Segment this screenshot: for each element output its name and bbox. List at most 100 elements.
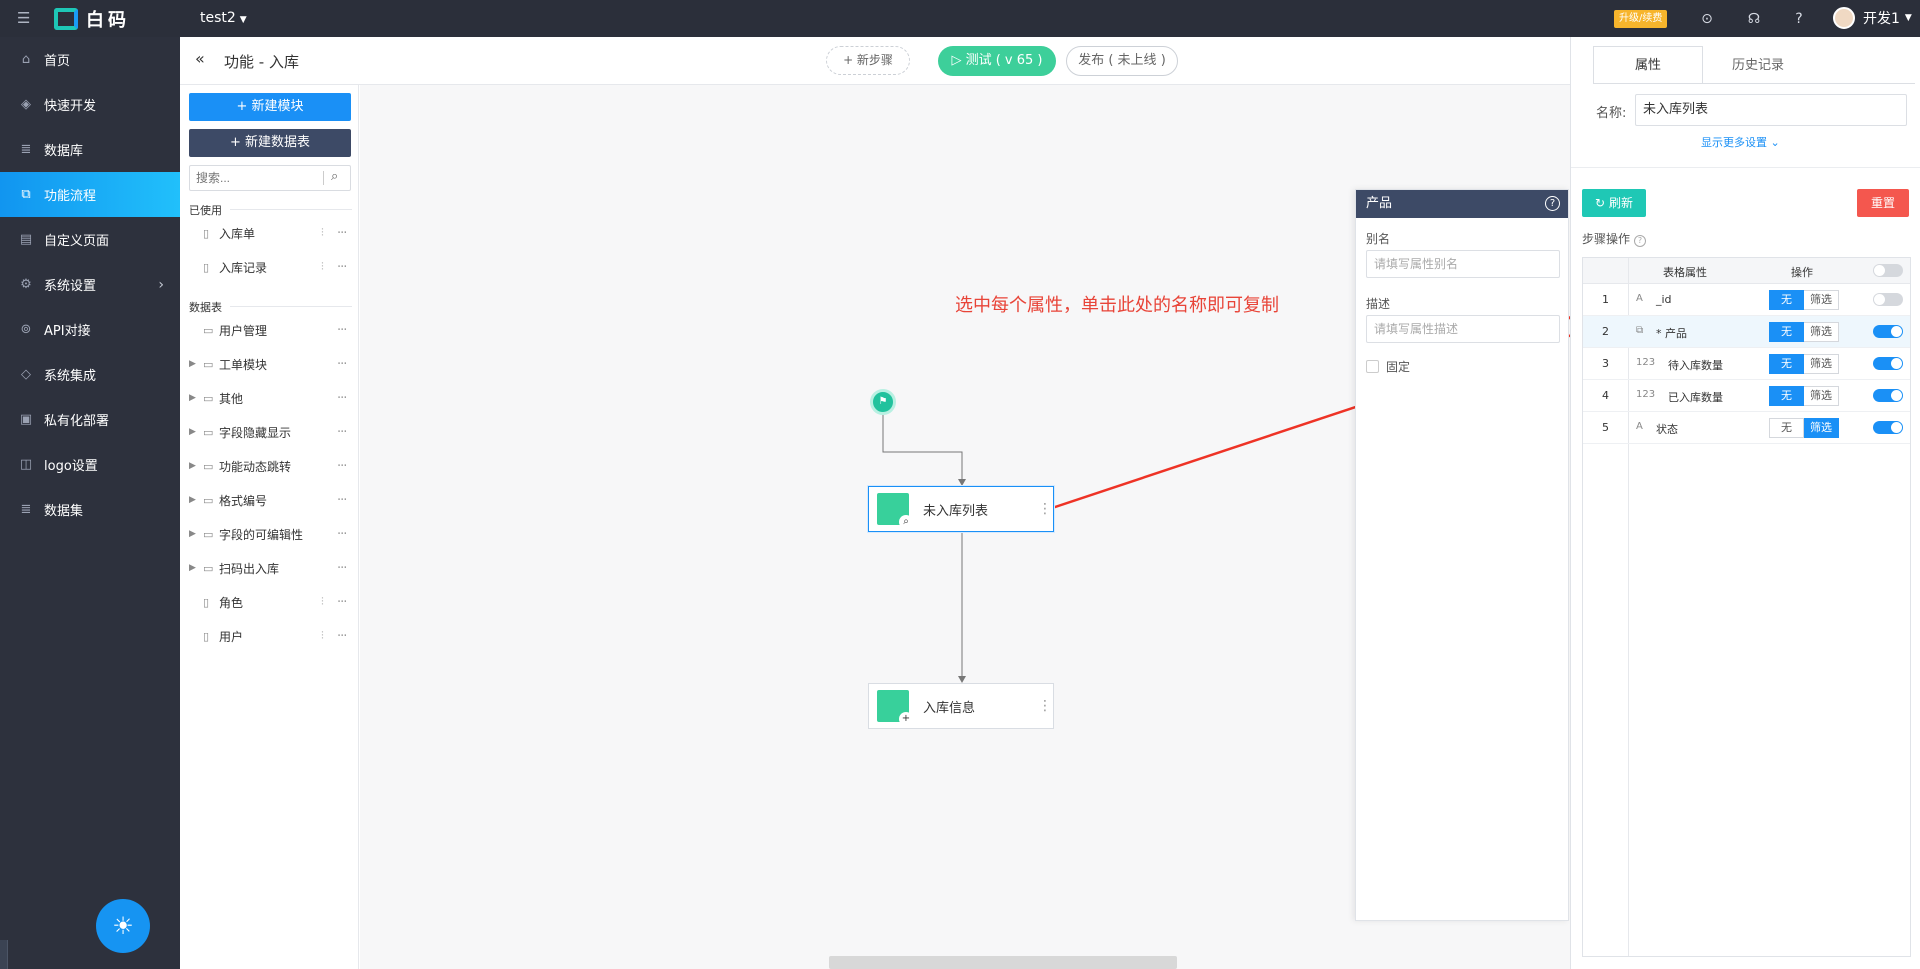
sidebar-item-custom-page[interactable]: ▤ 自定义页面 [0, 217, 180, 262]
row-toggle[interactable] [1873, 421, 1903, 434]
caret-right-icon[interactable]: ▶ [189, 359, 203, 369]
more-icon[interactable]: ··· [337, 260, 353, 275]
publish-button[interactable]: 发布 ( 未上线 ) [1066, 46, 1178, 76]
checkbox[interactable] [1366, 360, 1379, 373]
horizontal-scrollbar[interactable] [829, 956, 1177, 969]
sliders-icon[interactable]: ⫶ [321, 260, 337, 274]
app-selector[interactable]: test2 ▼ [200, 10, 247, 26]
lightbulb-button[interactable]: ☀ [96, 899, 150, 953]
field-title[interactable]: 产品 ? [1356, 190, 1568, 218]
property-name[interactable]: 状态 [1656, 421, 1678, 437]
sliders-icon[interactable]: ⫶ [321, 226, 337, 240]
mode-none-button[interactable]: 无 [1769, 386, 1804, 406]
sidebar-item-logo-settings[interactable]: ◫ logo设置 [0, 442, 180, 487]
more-icon[interactable]: ··· [337, 493, 353, 508]
row-toggle[interactable] [1873, 293, 1903, 306]
more-settings-link[interactable]: 显示更多设置 ⌄ [1701, 134, 1780, 150]
mode-filter-button[interactable]: 筛选 [1804, 386, 1839, 406]
table-row[interactable]: 4 123 已入库数量 无筛选 [1583, 380, 1910, 412]
tab-properties[interactable]: 属性 [1593, 46, 1703, 84]
table-row[interactable]: 1 A _id 无筛选 [1583, 284, 1910, 316]
sidebar-item-home[interactable]: ⌂ 首页 [0, 37, 180, 82]
sidebar-item-quick-dev[interactable]: ◈ 快速开发 [0, 82, 180, 127]
list-item[interactable]: ▶ ▭ 扫码出入库 ··· [189, 557, 353, 579]
user-menu[interactable]: 开发1 ▼ [1833, 7, 1912, 29]
sidebar-item-integration[interactable]: ◇ 系统集成 [0, 352, 180, 397]
help-doc-icon[interactable]: ? [1789, 9, 1809, 29]
mode-filter-button[interactable]: 筛选 [1804, 290, 1839, 310]
row-toggle[interactable] [1873, 325, 1903, 338]
sliders-icon[interactable]: ⫶ [321, 629, 337, 643]
new-step-button[interactable]: + 新步骤 [826, 46, 910, 75]
description-input[interactable]: 请填写属性描述 [1366, 315, 1560, 343]
property-name[interactable]: 已入库数量 [1668, 389, 1723, 405]
more-icon[interactable]: ··· [337, 595, 353, 610]
headset-icon[interactable]: ☊ [1744, 9, 1764, 29]
list-item[interactable]: ▯ 用户 ⫶ ··· [189, 625, 353, 647]
list-item[interactable]: ▯ 角色 ⫶ ··· [189, 591, 353, 613]
more-vertical-icon[interactable]: ⋮ [1037, 698, 1053, 714]
alias-input[interactable]: 请填写属性别名 [1366, 250, 1560, 278]
sidebar-item-database[interactable]: ≣ 数据库 [0, 127, 180, 172]
table-row[interactable]: 5 A 状态 无筛选 [1583, 412, 1910, 444]
reset-button[interactable]: 重置 [1857, 189, 1909, 217]
list-item[interactable]: ▶ ▭ 工单模块 ··· [189, 353, 353, 375]
caret-right-icon[interactable]: ▶ [189, 563, 203, 573]
list-item[interactable]: ▶ ▭ 字段隐藏显示 ··· [189, 421, 353, 443]
mode-none-button[interactable]: 无 [1769, 354, 1804, 374]
toggle-all[interactable] [1873, 264, 1903, 277]
mode-none-button[interactable]: 无 [1769, 322, 1804, 342]
flow-node-unstocked-list[interactable]: ⌕ 未入库列表 ⋮ [868, 486, 1054, 532]
row-toggle[interactable] [1873, 389, 1903, 402]
property-name[interactable]: * 产品 [1656, 325, 1687, 341]
more-vertical-icon[interactable]: ⋮ [1037, 501, 1053, 517]
more-icon[interactable]: ··· [337, 323, 353, 338]
more-icon[interactable]: ··· [337, 561, 353, 576]
new-table-button[interactable]: + 新建数据表 [189, 129, 351, 157]
list-item[interactable]: ▯ 入库单 ⫶ ··· [189, 222, 353, 244]
table-row[interactable]: 3 123 待入库数量 无筛选 [1583, 348, 1910, 380]
sidebar-item-dataset[interactable]: ≣ 数据集 [0, 487, 180, 532]
flow-node-stock-info[interactable]: + 入库信息 ⋮ [868, 683, 1054, 729]
mode-none-button[interactable]: 无 [1769, 418, 1804, 438]
table-row[interactable]: 2 ⧉ * 产品 无筛选 [1583, 316, 1910, 348]
sliders-icon[interactable]: ⫶ [321, 595, 337, 609]
double-chevron-left-icon[interactable]: « [195, 49, 205, 68]
more-icon[interactable]: ··· [337, 226, 353, 241]
refresh-button[interactable]: ↻ 刷新 [1582, 189, 1646, 217]
sidebar-item-api[interactable]: ⊚ API对接 [0, 307, 180, 352]
more-icon[interactable]: ··· [337, 629, 353, 644]
list-item[interactable]: ▶ ▭ 字段的可编辑性 ··· [189, 523, 353, 545]
help-icon[interactable]: ? [1634, 235, 1647, 247]
list-item[interactable]: ▯ 入库记录 ⫶ ··· [189, 256, 353, 278]
mode-filter-button[interactable]: 筛选 [1804, 418, 1839, 438]
search-icon[interactable]: ⌕ [331, 169, 338, 184]
caret-right-icon[interactable]: ▶ [189, 461, 203, 471]
more-icon[interactable]: ··· [337, 425, 353, 440]
sidebar-item-function-flow[interactable]: ⧉ 功能流程 [0, 172, 180, 217]
more-icon[interactable]: ··· [337, 527, 353, 542]
row-toggle[interactable] [1873, 357, 1903, 370]
name-input[interactable]: 未入库列表 [1635, 94, 1907, 126]
caret-right-icon[interactable]: ▶ [189, 427, 203, 437]
list-item[interactable]: ▭ 用户管理 ··· [189, 319, 353, 341]
list-item[interactable]: ▶ ▭ 格式编号 ··· [189, 489, 353, 511]
list-item[interactable]: ▶ ▭ 功能动态跳转 ··· [189, 455, 353, 477]
help-icon[interactable]: ? [1545, 196, 1560, 211]
search-input[interactable] [190, 166, 310, 190]
mode-none-button[interactable]: 无 [1769, 290, 1804, 310]
start-flag-icon[interactable]: ⚑ [870, 389, 896, 415]
caret-right-icon[interactable]: ▶ [189, 393, 203, 403]
sidebar-item-private-deploy[interactable]: ▣ 私有化部署 [0, 397, 180, 442]
more-icon[interactable]: ··· [337, 391, 353, 406]
caret-right-icon[interactable]: ▶ [189, 495, 203, 505]
tab-history[interactable]: 历史记录 [1703, 46, 1813, 84]
more-icon[interactable]: ··· [337, 357, 353, 372]
list-item[interactable]: ▶ ▭ 其他 ··· [189, 387, 353, 409]
more-icon[interactable]: ··· [337, 459, 353, 474]
property-name[interactable]: 待入库数量 [1668, 357, 1723, 373]
sidebar-item-system-settings[interactable]: ⚙ 系统设置 › [0, 262, 180, 307]
mode-filter-button[interactable]: 筛选 [1804, 354, 1839, 374]
caret-right-icon[interactable]: ▶ [189, 529, 203, 539]
new-module-button[interactable]: + 新建模块 [189, 93, 351, 121]
